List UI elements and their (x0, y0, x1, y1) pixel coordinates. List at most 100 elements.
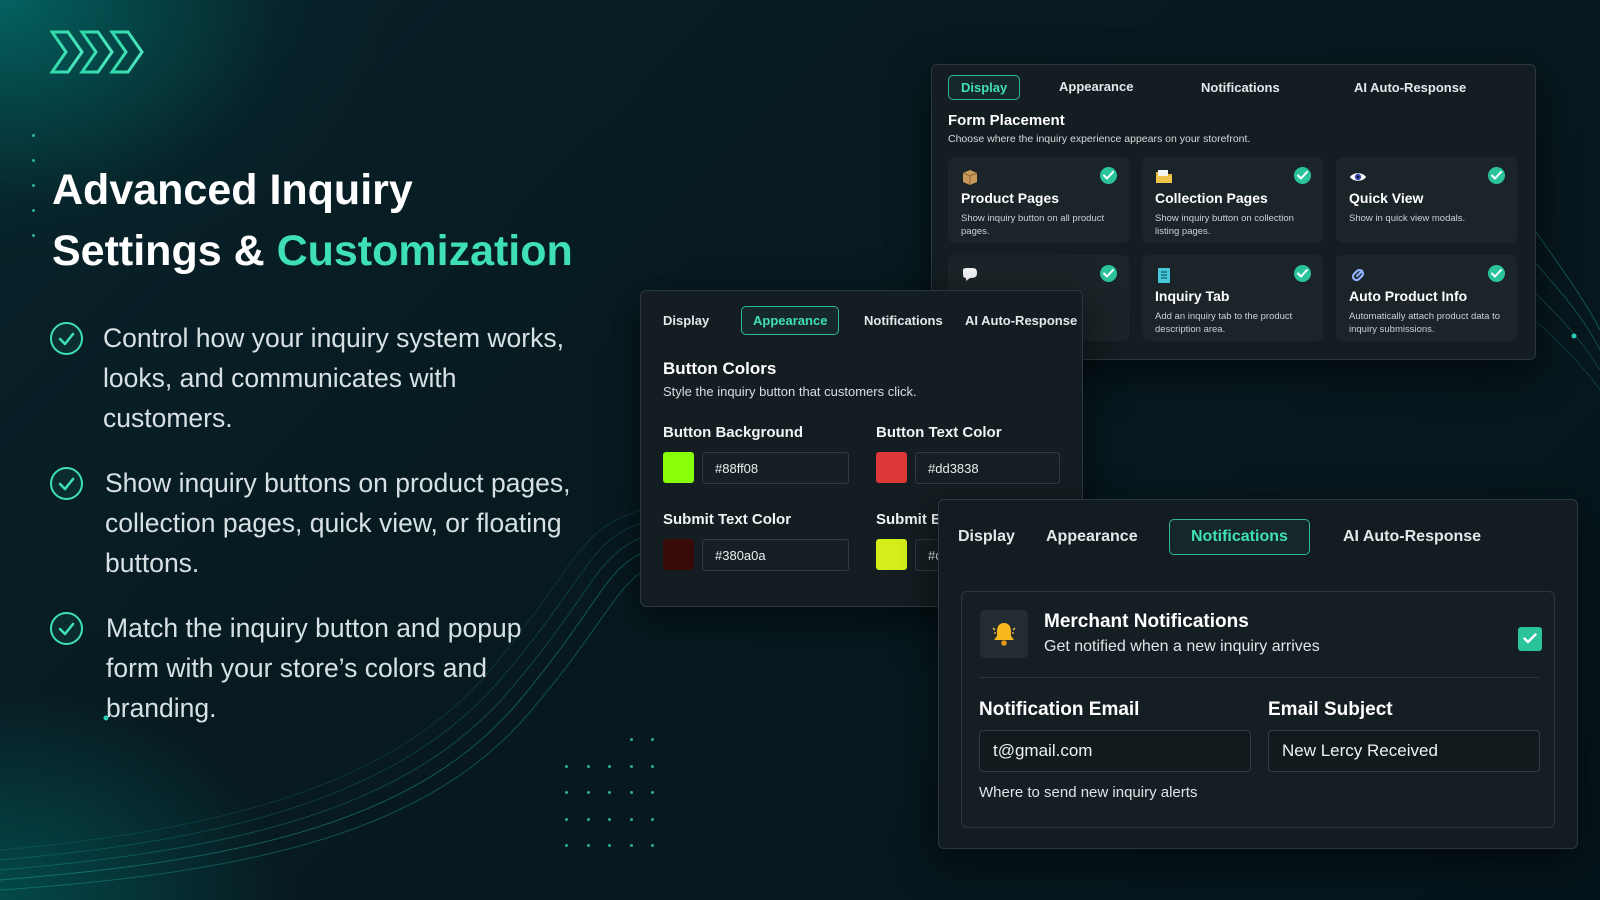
section-title: Button Colors (663, 359, 777, 378)
notification-email-input[interactable]: t@gmail.com (979, 730, 1251, 772)
card-title: Collection Pages (1155, 190, 1268, 206)
decor-dot (629, 764, 633, 768)
decor-dot (565, 764, 568, 768)
decor-dot (608, 844, 611, 847)
notifications-settings-panel: Display Appearance Notifications AI Auto… (938, 499, 1578, 849)
section-subtitle: Choose where the inquiry experience appe… (948, 133, 1251, 145)
decor-dot (651, 791, 654, 794)
card-description: Show inquiry button on all product pages… (961, 213, 1105, 237)
tab-display[interactable]: Display (948, 75, 1021, 100)
brand-chevrons-logo (50, 30, 144, 74)
check-circle-icon (50, 322, 83, 355)
tab-notifications[interactable]: Notifications (1201, 80, 1280, 95)
tab-ai-auto-response[interactable]: AI Auto-Response (965, 313, 1077, 328)
card-description: Add an inquiry tab to the product descri… (1155, 311, 1293, 335)
decor-dot (565, 844, 568, 847)
tab-notifications[interactable]: Notifications (1169, 519, 1310, 555)
decor-dot (629, 817, 633, 821)
section-subtitle: Style the inquiry button that customers … (663, 384, 917, 399)
check-circle-icon (50, 612, 83, 645)
color-swatch[interactable] (876, 539, 907, 570)
check-badge-icon[interactable] (1294, 167, 1311, 184)
placement-card-auto-product-info[interactable]: Auto Product Info Automatically attach p… (1336, 255, 1517, 341)
section-title: Form Placement (948, 112, 1065, 129)
decor-dot (651, 844, 654, 847)
decor-dot (32, 134, 35, 137)
placement-card-product-pages[interactable]: Product Pages Show inquiry button on all… (948, 157, 1129, 243)
decor-dot (651, 817, 654, 821)
decor-dot (586, 817, 590, 821)
page-headline: Advanced Inquiry Settings & Customizatio… (52, 160, 612, 282)
field-label-submit-text-color: Submit Text Color (663, 511, 792, 528)
notification-email-hint: Where to send new inquiry alerts (979, 784, 1198, 801)
decor-dot (586, 844, 590, 847)
card-title: Auto Product Info (1349, 288, 1468, 304)
tab-ai-auto-response[interactable]: AI Auto-Response (1354, 80, 1466, 95)
merchant-notifications-checkbox[interactable] (1518, 627, 1542, 651)
tab-appearance[interactable]: Appearance (1046, 528, 1138, 546)
feature-text: Show inquiry buttons on product pages, c… (105, 468, 571, 578)
color-hex-input[interactable]: #dd3838 (915, 452, 1060, 484)
notepad-icon (1158, 268, 1170, 283)
tab-display[interactable]: Display (958, 528, 1015, 546)
placement-card-inquiry-tab[interactable]: Inquiry Tab Add an inquiry tab to the pr… (1142, 255, 1323, 341)
check-circle-icon (50, 467, 83, 500)
notification-email-label: Notification Email (979, 699, 1140, 720)
check-badge-icon[interactable] (1488, 265, 1505, 282)
decor-dot (586, 791, 590, 794)
chat-bubble-icon (963, 268, 977, 281)
color-swatch[interactable] (663, 452, 694, 483)
color-swatch[interactable] (876, 452, 907, 483)
check-badge-icon[interactable] (1100, 167, 1117, 184)
card-description: Show in quick view modals. (1349, 213, 1466, 224)
decor-dot (629, 844, 633, 847)
check-badge-icon[interactable] (1100, 265, 1117, 282)
bell-icon-container (980, 610, 1028, 658)
placement-card-collection-pages[interactable]: Collection Pages Show inquiry button on … (1142, 157, 1323, 243)
decor-dot (651, 738, 654, 741)
check-badge-icon[interactable] (1294, 265, 1311, 282)
decor-dot (629, 738, 633, 741)
eye-icon (1350, 173, 1366, 181)
decor-dot (565, 817, 568, 821)
merchant-notifications-title: Merchant Notifications (1044, 611, 1249, 632)
decor-dot (651, 764, 654, 768)
field-label-button-text-color: Button Text Color (876, 424, 1002, 441)
decor-dot (32, 234, 35, 237)
merchant-notifications-subtitle: Get notified when a new inquiry arrives (1044, 638, 1320, 655)
divider (979, 677, 1539, 678)
headline-line2-prefix: Settings & (52, 227, 277, 275)
tab-appearance[interactable]: Appearance (1059, 79, 1133, 94)
card-description: Show inquiry button on collection listin… (1155, 213, 1294, 237)
field-label-submit-background: Submit B (876, 511, 942, 528)
email-subject-input[interactable]: New Lercy Received (1268, 730, 1540, 772)
decor-dot (565, 791, 568, 794)
placement-card-quick-view[interactable]: Quick View Show in quick view modals. (1336, 157, 1517, 243)
color-swatch[interactable] (663, 539, 694, 570)
check-badge-icon[interactable] (1488, 167, 1505, 184)
tab-display[interactable]: Display (663, 313, 709, 328)
headline-accent: Customization (276, 227, 573, 275)
decor-dot (32, 184, 35, 187)
bell-icon (992, 623, 1016, 646)
card-title: Product Pages (961, 190, 1060, 206)
decor-dot (608, 791, 611, 794)
feature-text: Match the inquiry button and popup form … (106, 613, 522, 723)
color-hex-input[interactable]: #380a0a (702, 539, 849, 571)
color-hex-input[interactable]: #88ff08 (702, 452, 849, 484)
feature-text: Control how your inquiry system works, l… (103, 323, 564, 433)
decor-dot (629, 791, 633, 794)
link-icon (1351, 268, 1365, 282)
package-icon (962, 170, 978, 185)
email-subject-label: Email Subject (1268, 699, 1393, 720)
card-description: Automatically attach product data to inq… (1349, 311, 1501, 335)
folder-icon (1156, 170, 1172, 183)
tab-appearance[interactable]: Appearance (741, 306, 840, 335)
card-title: Inquiry Tab (1155, 288, 1230, 304)
decor-dot (32, 209, 35, 212)
card-title: Quick View (1349, 190, 1424, 206)
tab-notifications[interactable]: Notifications (864, 313, 943, 328)
tab-ai-auto-response[interactable]: AI Auto-Response (1343, 528, 1481, 546)
decor-dot (586, 764, 590, 768)
field-label-button-background: Button Background (663, 424, 803, 441)
